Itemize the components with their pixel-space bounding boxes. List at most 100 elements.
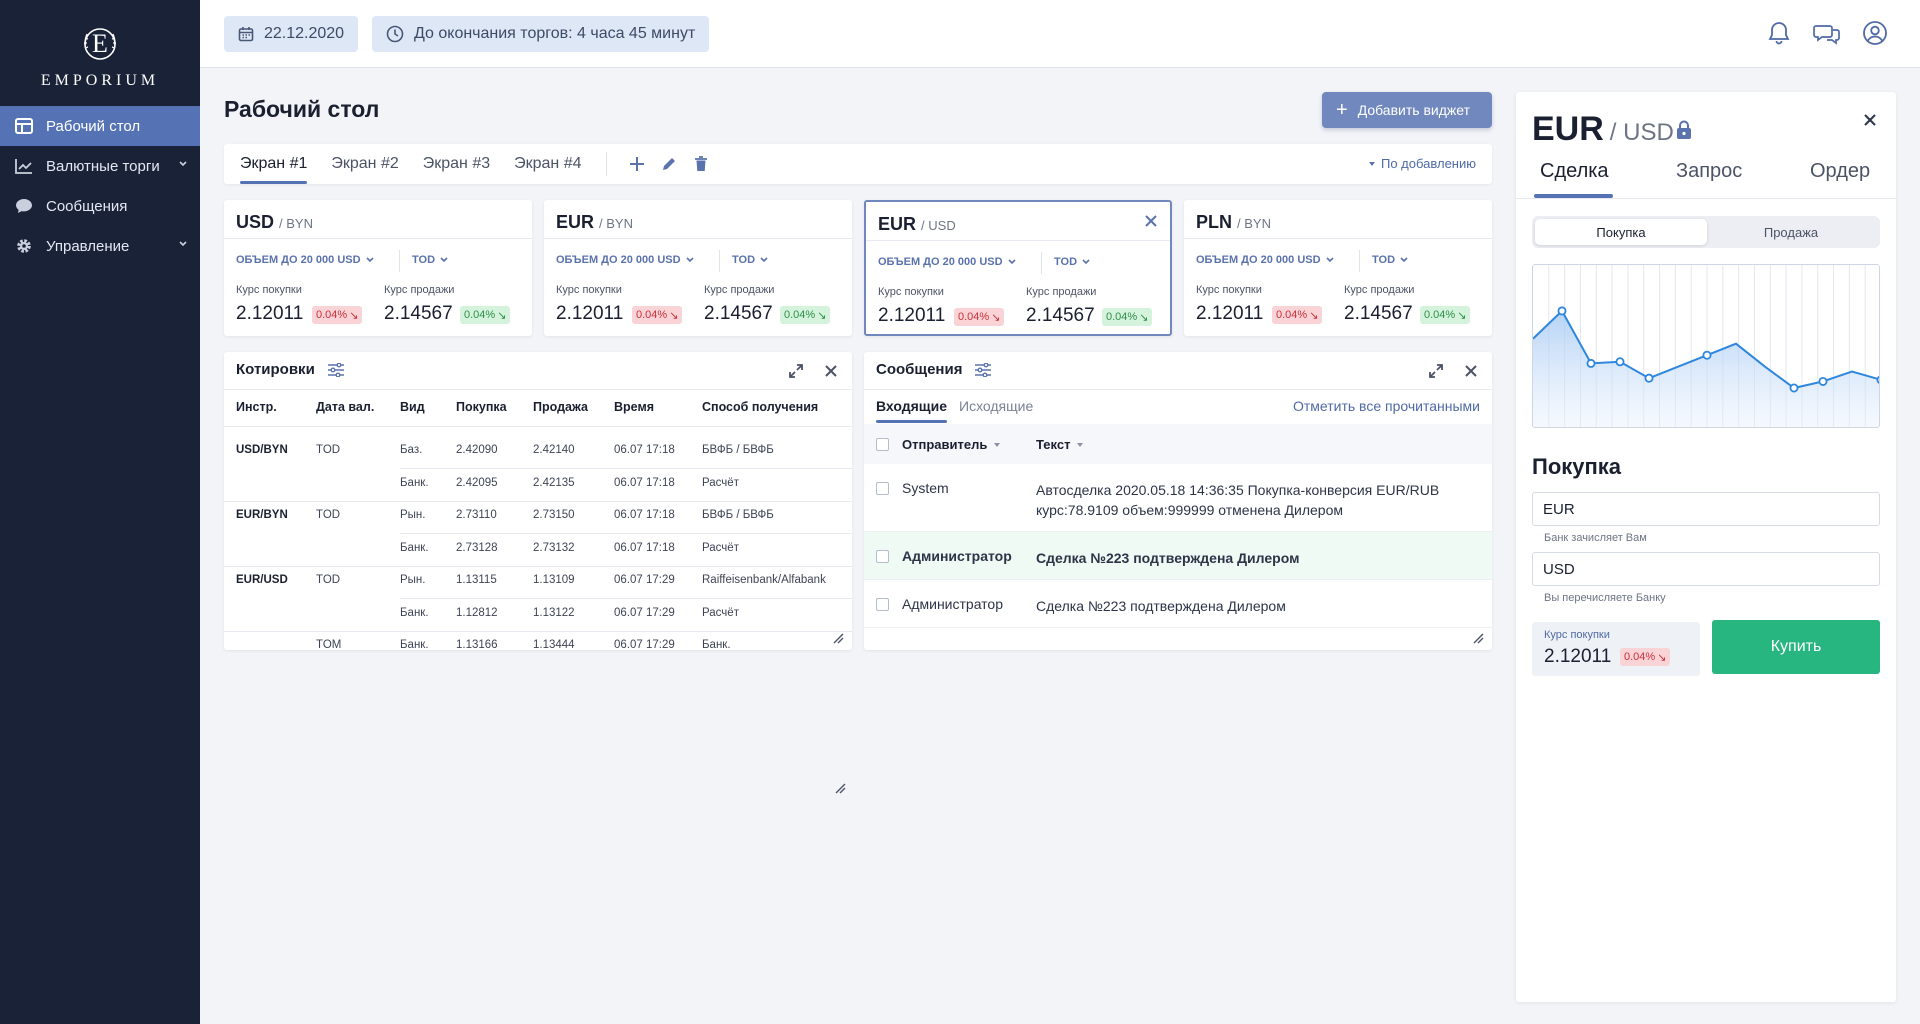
- trash-icon[interactable]: [691, 154, 711, 174]
- volume-dropdown[interactable]: ОБЪЕМ ДО 20 000 USD: [236, 254, 375, 266]
- sell-rate-value[interactable]: 2.14567: [704, 303, 773, 325]
- card-vertical-divider: [399, 250, 400, 272]
- close-icon[interactable]: [1862, 112, 1878, 128]
- receive-currency-field[interactable]: EUR: [1532, 492, 1880, 526]
- receive-currency-hint: Банк зачисляет Вам: [1544, 532, 1647, 544]
- tab-screen-4[interactable]: Экран #4: [514, 144, 581, 184]
- buy-change-badge: 0.04% ↘: [632, 306, 683, 324]
- buy-mode-button[interactable]: Покупка: [1535, 219, 1707, 245]
- table-row-divider: [224, 565, 852, 567]
- select-all-checkbox[interactable]: [876, 438, 889, 451]
- card-divider: [1184, 238, 1492, 239]
- message-checkbox[interactable]: [876, 550, 889, 563]
- volume-dropdown[interactable]: ОБЪЕМ ДО 20 000 USD: [556, 254, 695, 266]
- add-screen-icon[interactable]: [627, 154, 647, 174]
- sell-mode-button[interactable]: Продажа: [1705, 219, 1877, 245]
- user-icon[interactable]: [1862, 20, 1888, 46]
- buy-rate-value[interactable]: 2.12011: [878, 305, 945, 327]
- resize-handle-icon[interactable]: [1472, 632, 1484, 644]
- sell-change-badge: 0.04% ↘: [1420, 306, 1471, 324]
- chat-icon[interactable]: [1813, 20, 1840, 46]
- filter-icon[interactable]: [974, 362, 992, 377]
- date-chip[interactable]: 22.12.2020: [224, 16, 359, 52]
- sell-rate-value[interactable]: 2.14567: [1344, 303, 1413, 325]
- term-dropdown[interactable]: TOD: [1054, 256, 1091, 268]
- buy-rate-value[interactable]: 2.12011: [1196, 303, 1263, 325]
- message-checkbox[interactable]: [876, 598, 889, 611]
- quote-cell-method: Расчёт: [702, 606, 739, 619]
- expand-icon[interactable]: [1427, 362, 1445, 380]
- text-column-header[interactable]: Текст: [1036, 437, 1084, 452]
- tab-screen-3[interactable]: Экран #3: [423, 144, 490, 184]
- tab-request[interactable]: Запрос: [1676, 160, 1742, 198]
- quote-cell-date: TOD: [316, 509, 341, 521]
- quote-cell-date: TOD: [316, 574, 341, 586]
- term-dropdown[interactable]: TOD: [1372, 254, 1409, 266]
- trade-panel: EUR / USD Сделка Запрос Ордер Покупка Пр…: [1516, 92, 1896, 1002]
- tab-screen-2[interactable]: Экран #2: [331, 144, 398, 184]
- term-dropdown[interactable]: TOD: [732, 254, 769, 266]
- calendar-icon: [238, 26, 254, 42]
- quotes-column-header[interactable]: Покупка: [456, 400, 507, 414]
- bell-icon[interactable]: [1766, 20, 1792, 46]
- table-row-divider: [400, 468, 852, 469]
- tab-inbox[interactable]: Входящие: [876, 398, 947, 423]
- buy-rate-value[interactable]: 2.12011: [236, 303, 303, 325]
- tab-deal[interactable]: Сделка: [1534, 160, 1613, 198]
- term-label: TOD: [412, 254, 436, 266]
- expand-icon[interactable]: [787, 362, 805, 380]
- sell-rate-value[interactable]: 2.14567: [384, 303, 453, 325]
- sidebar-item-messages[interactable]: Сообщения: [0, 186, 200, 226]
- close-icon[interactable]: [822, 362, 840, 380]
- buy-button[interactable]: Купить: [1712, 620, 1880, 674]
- quotes-column-header[interactable]: Инстр.: [236, 400, 277, 414]
- pencil-icon[interactable]: [659, 154, 679, 174]
- buy-change-badge: 0.04% ↘: [954, 308, 1005, 326]
- quotes-column-header[interactable]: Вид: [400, 400, 425, 414]
- mark-all-read-link[interactable]: Отметить все прочитанными: [1293, 398, 1480, 414]
- sidebar-item-currency-trading[interactable]: Валютные торги: [0, 146, 200, 186]
- buy-rate-value[interactable]: 2.12011: [556, 303, 623, 325]
- sidebar-item-dashboard[interactable]: Рабочий стол: [0, 106, 200, 146]
- quotes-column-header[interactable]: Продажа: [533, 400, 588, 414]
- lock-icon[interactable]: [1676, 120, 1692, 140]
- quotes-widget: Котировки Инстр. Дата вал. Вид Покупка Прода…: [224, 352, 852, 650]
- resize-handle-icon[interactable]: [834, 782, 846, 794]
- add-widget-button[interactable]: + Добавить виджет: [1322, 92, 1492, 128]
- tab-screen-1[interactable]: Экран #1: [240, 144, 308, 184]
- sell-rate-value[interactable]: 2.14567: [1026, 305, 1095, 327]
- tab-order[interactable]: Ордер: [1810, 160, 1870, 198]
- pay-currency-field[interactable]: USD: [1532, 552, 1880, 586]
- message-row[interactable]: Администратор Сделка №223 подтверждена Ди…: [864, 532, 1492, 580]
- logo[interactable]: E EMPORIUM: [0, 0, 200, 106]
- quote-cell-instr: EUR/BYN: [236, 509, 288, 521]
- sender-column-header[interactable]: Отправитель: [902, 437, 1001, 452]
- pair-base: USD: [236, 212, 275, 232]
- volume-dropdown[interactable]: ОБЪЕМ ДО 20 000 USD: [878, 256, 1017, 268]
- buy-rate-label: Курс покупки: [1196, 284, 1262, 296]
- filter-icon[interactable]: [327, 362, 345, 377]
- quotes-column-header[interactable]: Дата вал.: [316, 400, 374, 414]
- close-icon[interactable]: [1462, 362, 1480, 380]
- quotes-column-header[interactable]: Время: [614, 400, 654, 414]
- volume-label: ОБЪЕМ ДО 20 000 USD: [878, 256, 1003, 268]
- close-icon[interactable]: [1144, 214, 1158, 228]
- rate-card-eur[interactable]: EUR / BYN ОБЪЕМ ДО 20 000 USD TOD Курс п…: [544, 200, 852, 336]
- quotes-column-header[interactable]: Способ получения: [702, 400, 818, 414]
- rate-card-eur[interactable]: EUR / USD ОБЪЕМ ДО 20 000 USD TOD Курс п…: [864, 200, 1172, 336]
- sidebar-item-management[interactable]: Управление: [0, 226, 200, 266]
- resize-handle-icon[interactable]: [832, 632, 844, 644]
- rate-card-usd[interactable]: USD / BYN ОБЪЕМ ДО 20 000 USD TOD Курс п…: [224, 200, 532, 336]
- volume-dropdown[interactable]: ОБЪЕМ ДО 20 000 USD: [1196, 254, 1335, 266]
- quote-cell-kind: Банк.: [400, 639, 429, 650]
- rate-card-pln[interactable]: PLN / BYN ОБЪЕМ ДО 20 000 USD TOD Курс п…: [1184, 200, 1492, 336]
- term-dropdown[interactable]: TOD: [412, 254, 449, 266]
- panel-divider: [864, 389, 1492, 390]
- message-row[interactable]: Администратор Сделка №223 подтверждена Ди…: [864, 580, 1492, 628]
- message-checkbox[interactable]: [876, 482, 889, 495]
- message-row[interactable]: System Автосделка 2020.05.18 14:36:35 Пок…: [864, 464, 1492, 532]
- countdown-chip: До окончания торгов: 4 часа 45 минут: [372, 16, 710, 52]
- sort-dropdown[interactable]: По добавлению: [1367, 156, 1476, 171]
- text-column-label: Текст: [1036, 437, 1071, 452]
- tab-outbox[interactable]: Исходящие: [959, 398, 1033, 414]
